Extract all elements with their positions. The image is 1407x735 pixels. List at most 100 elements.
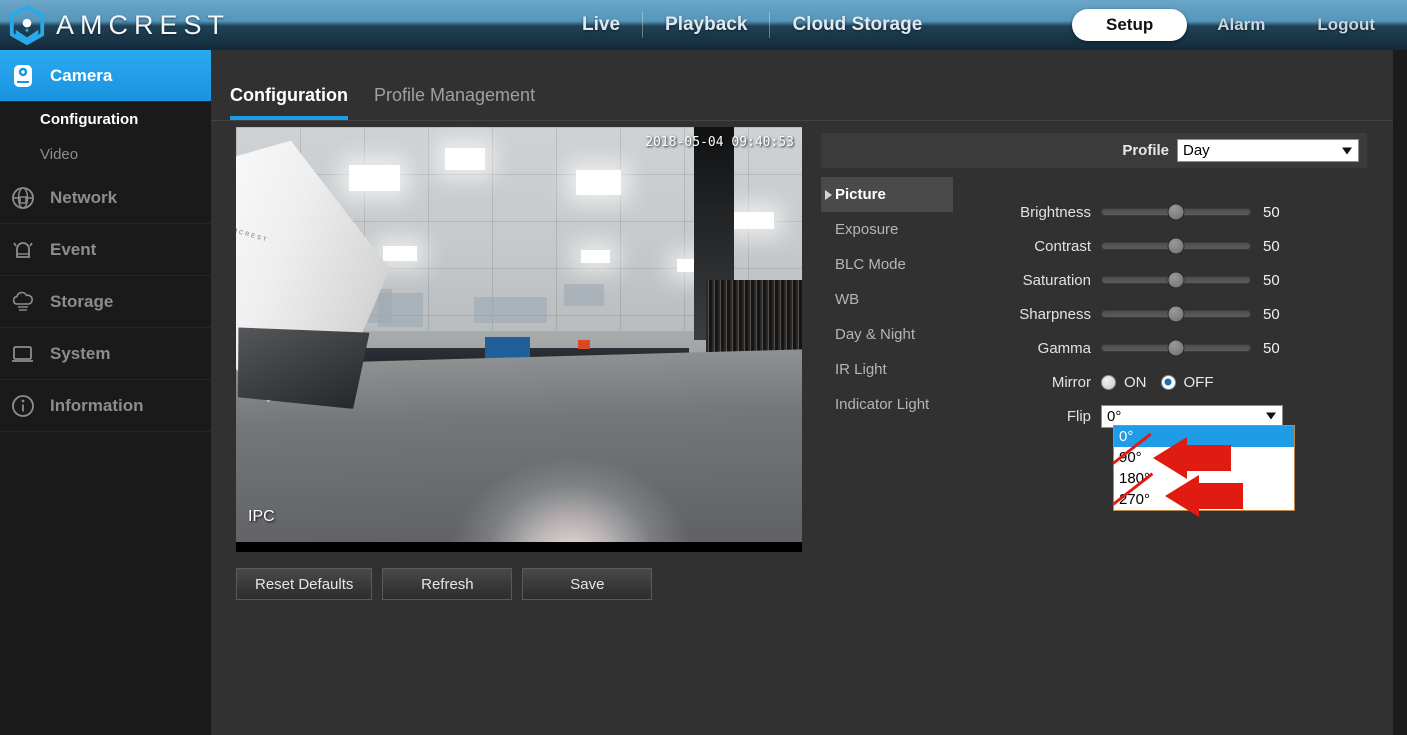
brightness-slider[interactable]	[1101, 203, 1251, 221]
camera-body-logo: AMCREST	[236, 225, 270, 244]
submenu-item-day-and-night[interactable]: Day & Night	[821, 317, 953, 352]
slider-knob[interactable]	[1167, 305, 1185, 323]
slider-knob[interactable]	[1167, 237, 1185, 255]
flip-select-value: 0°	[1107, 407, 1122, 425]
nav-item-live[interactable]: Live	[560, 14, 642, 36]
wall-monitor	[485, 337, 531, 359]
gamma-slider[interactable]	[1101, 339, 1251, 357]
mirror-on-radio[interactable]	[1101, 374, 1116, 390]
refresh-button[interactable]: Refresh	[382, 568, 513, 600]
content-panel: Configuration Profile Management AMCREST…	[211, 50, 1407, 735]
contrast-slider[interactable]	[1101, 237, 1251, 255]
video-preview[interactable]: AMCREST 2018-05-04 09:40:53 IPC	[236, 127, 802, 552]
video-timestamp-overlay: 2018-05-04 09:40:53	[645, 135, 794, 150]
submenu-item-wb[interactable]: WB	[821, 282, 953, 317]
alarm-bell-icon	[8, 235, 38, 265]
flip-label: Flip	[1066, 407, 1091, 425]
mirror-row: Mirror ON OFF	[971, 365, 1371, 399]
nav-item-setup[interactable]: Setup	[1071, 9, 1188, 41]
slider-knob[interactable]	[1167, 203, 1185, 221]
chevron-down-icon	[1266, 412, 1276, 420]
sidebar-item-label: Network	[50, 187, 118, 207]
network-globe-icon	[8, 183, 38, 213]
slider-row-brightness: Brightness 50	[971, 195, 1371, 229]
submenu-item-indicator-light[interactable]: Indicator Light	[821, 387, 953, 422]
sidebar-item-storage[interactable]: Storage	[0, 276, 211, 328]
slider-value: 50	[1263, 271, 1280, 289]
nav-item-alarm[interactable]: Alarm	[1195, 15, 1287, 35]
slider-row-sharpness: Sharpness 50	[971, 297, 1371, 331]
slider-value: 50	[1263, 305, 1280, 323]
slider-label: Brightness	[1020, 203, 1091, 221]
action-button-row: Reset Defaults Refresh Save	[236, 568, 653, 600]
profile-bar: Profile Day	[821, 133, 1367, 168]
primary-nav: Live Playback Cloud Storage	[560, 0, 944, 50]
save-button[interactable]: Save	[522, 568, 653, 600]
sidebar-item-camera[interactable]: Camera	[0, 50, 222, 102]
slider-row-contrast: Contrast 50	[971, 229, 1371, 263]
flip-option-0[interactable]: 0°	[1114, 426, 1294, 447]
sidebar-item-label: Storage	[50, 291, 114, 311]
video-channel-label: IPC	[248, 508, 275, 525]
cloud-storage-icon	[8, 287, 38, 317]
sidebar: Camera Configuration Video Network Event…	[0, 50, 222, 735]
brand-text: AMCREST	[56, 9, 231, 40]
sidebar-item-label: System	[50, 343, 111, 363]
sidebar-item-information[interactable]: Information	[0, 380, 211, 432]
slider-label: Sharpness	[1019, 305, 1091, 323]
slider-label: Saturation	[1022, 271, 1091, 289]
sidebar-item-system[interactable]: System	[0, 328, 211, 380]
slider-knob[interactable]	[1167, 339, 1185, 357]
video-scene: AMCREST	[236, 127, 802, 552]
submenu-item-label: Picture	[835, 186, 886, 203]
slider-row-gamma: Gamma 50	[971, 331, 1371, 365]
flip-dropdown-list[interactable]: 0° 90° 180° 270°	[1113, 425, 1295, 511]
sidebar-item-event[interactable]: Event	[0, 224, 211, 276]
sidebar-subitem-label: Video	[40, 146, 79, 163]
tab-configuration[interactable]: Configuration	[230, 85, 348, 120]
profile-select[interactable]: Day	[1177, 139, 1359, 162]
slider-value: 50	[1263, 339, 1280, 357]
sidebar-subitem-configuration[interactable]: Configuration	[0, 102, 211, 137]
nav-item-logout[interactable]: Logout	[1295, 15, 1397, 35]
chevron-down-icon	[1342, 147, 1352, 154]
amcrest-hex-logo-icon	[9, 5, 45, 45]
reset-defaults-button[interactable]: Reset Defaults	[236, 568, 373, 600]
flip-option-180[interactable]: 180°	[1114, 468, 1294, 489]
nav-item-playback[interactable]: Playback	[643, 14, 769, 36]
slider-row-saturation: Saturation 50	[971, 263, 1371, 297]
video-bottom-bar	[236, 542, 802, 552]
mirror-on-label: ON	[1124, 373, 1147, 391]
saturation-slider[interactable]	[1101, 271, 1251, 289]
info-circle-icon	[8, 391, 38, 421]
tab-profile-management[interactable]: Profile Management	[374, 85, 535, 120]
sidebar-subitem-label: Configuration	[40, 111, 139, 128]
mirror-label: Mirror	[1051, 373, 1091, 391]
submenu-item-label: Day & Night	[835, 326, 916, 343]
slider-value: 50	[1263, 203, 1280, 221]
flip-option-270[interactable]: 270°	[1114, 489, 1294, 510]
slider-label: Contrast	[1034, 237, 1091, 255]
sidebar-subitem-video[interactable]: Video	[0, 137, 211, 172]
submenu-item-blc-mode[interactable]: BLC Mode	[821, 247, 953, 282]
amcrest-web-ui: AMCREST Live Playback Cloud Storage Setu…	[0, 0, 1407, 735]
submenu-item-label: BLC Mode	[835, 256, 906, 273]
nav-item-cloud-storage[interactable]: Cloud Storage	[770, 14, 944, 36]
picture-submenu: Picture Exposure BLC Mode WB Day & Night…	[821, 177, 953, 422]
submenu-item-ir-light[interactable]: IR Light	[821, 352, 953, 387]
mirror-off-radio[interactable]	[1160, 374, 1176, 390]
submenu-item-exposure[interactable]: Exposure	[821, 212, 953, 247]
panel-right-edge	[1393, 50, 1407, 735]
camera-icon	[8, 61, 38, 91]
sidebar-item-network[interactable]: Network	[0, 172, 211, 224]
submenu-item-picture[interactable]: Picture	[821, 177, 953, 212]
submenu-item-label: IR Light	[835, 361, 887, 378]
flip-option-90[interactable]: 90°	[1114, 447, 1294, 468]
picture-controls: Brightness 50 Contrast 50 Saturation 50	[971, 195, 1371, 433]
profile-label: Profile	[1122, 142, 1169, 159]
sidebar-item-label: Event	[50, 239, 97, 259]
secondary-nav: Setup Alarm Logout	[1071, 0, 1397, 50]
monitor-icon	[8, 339, 38, 369]
slider-knob[interactable]	[1167, 271, 1185, 289]
sharpness-slider[interactable]	[1101, 305, 1251, 323]
